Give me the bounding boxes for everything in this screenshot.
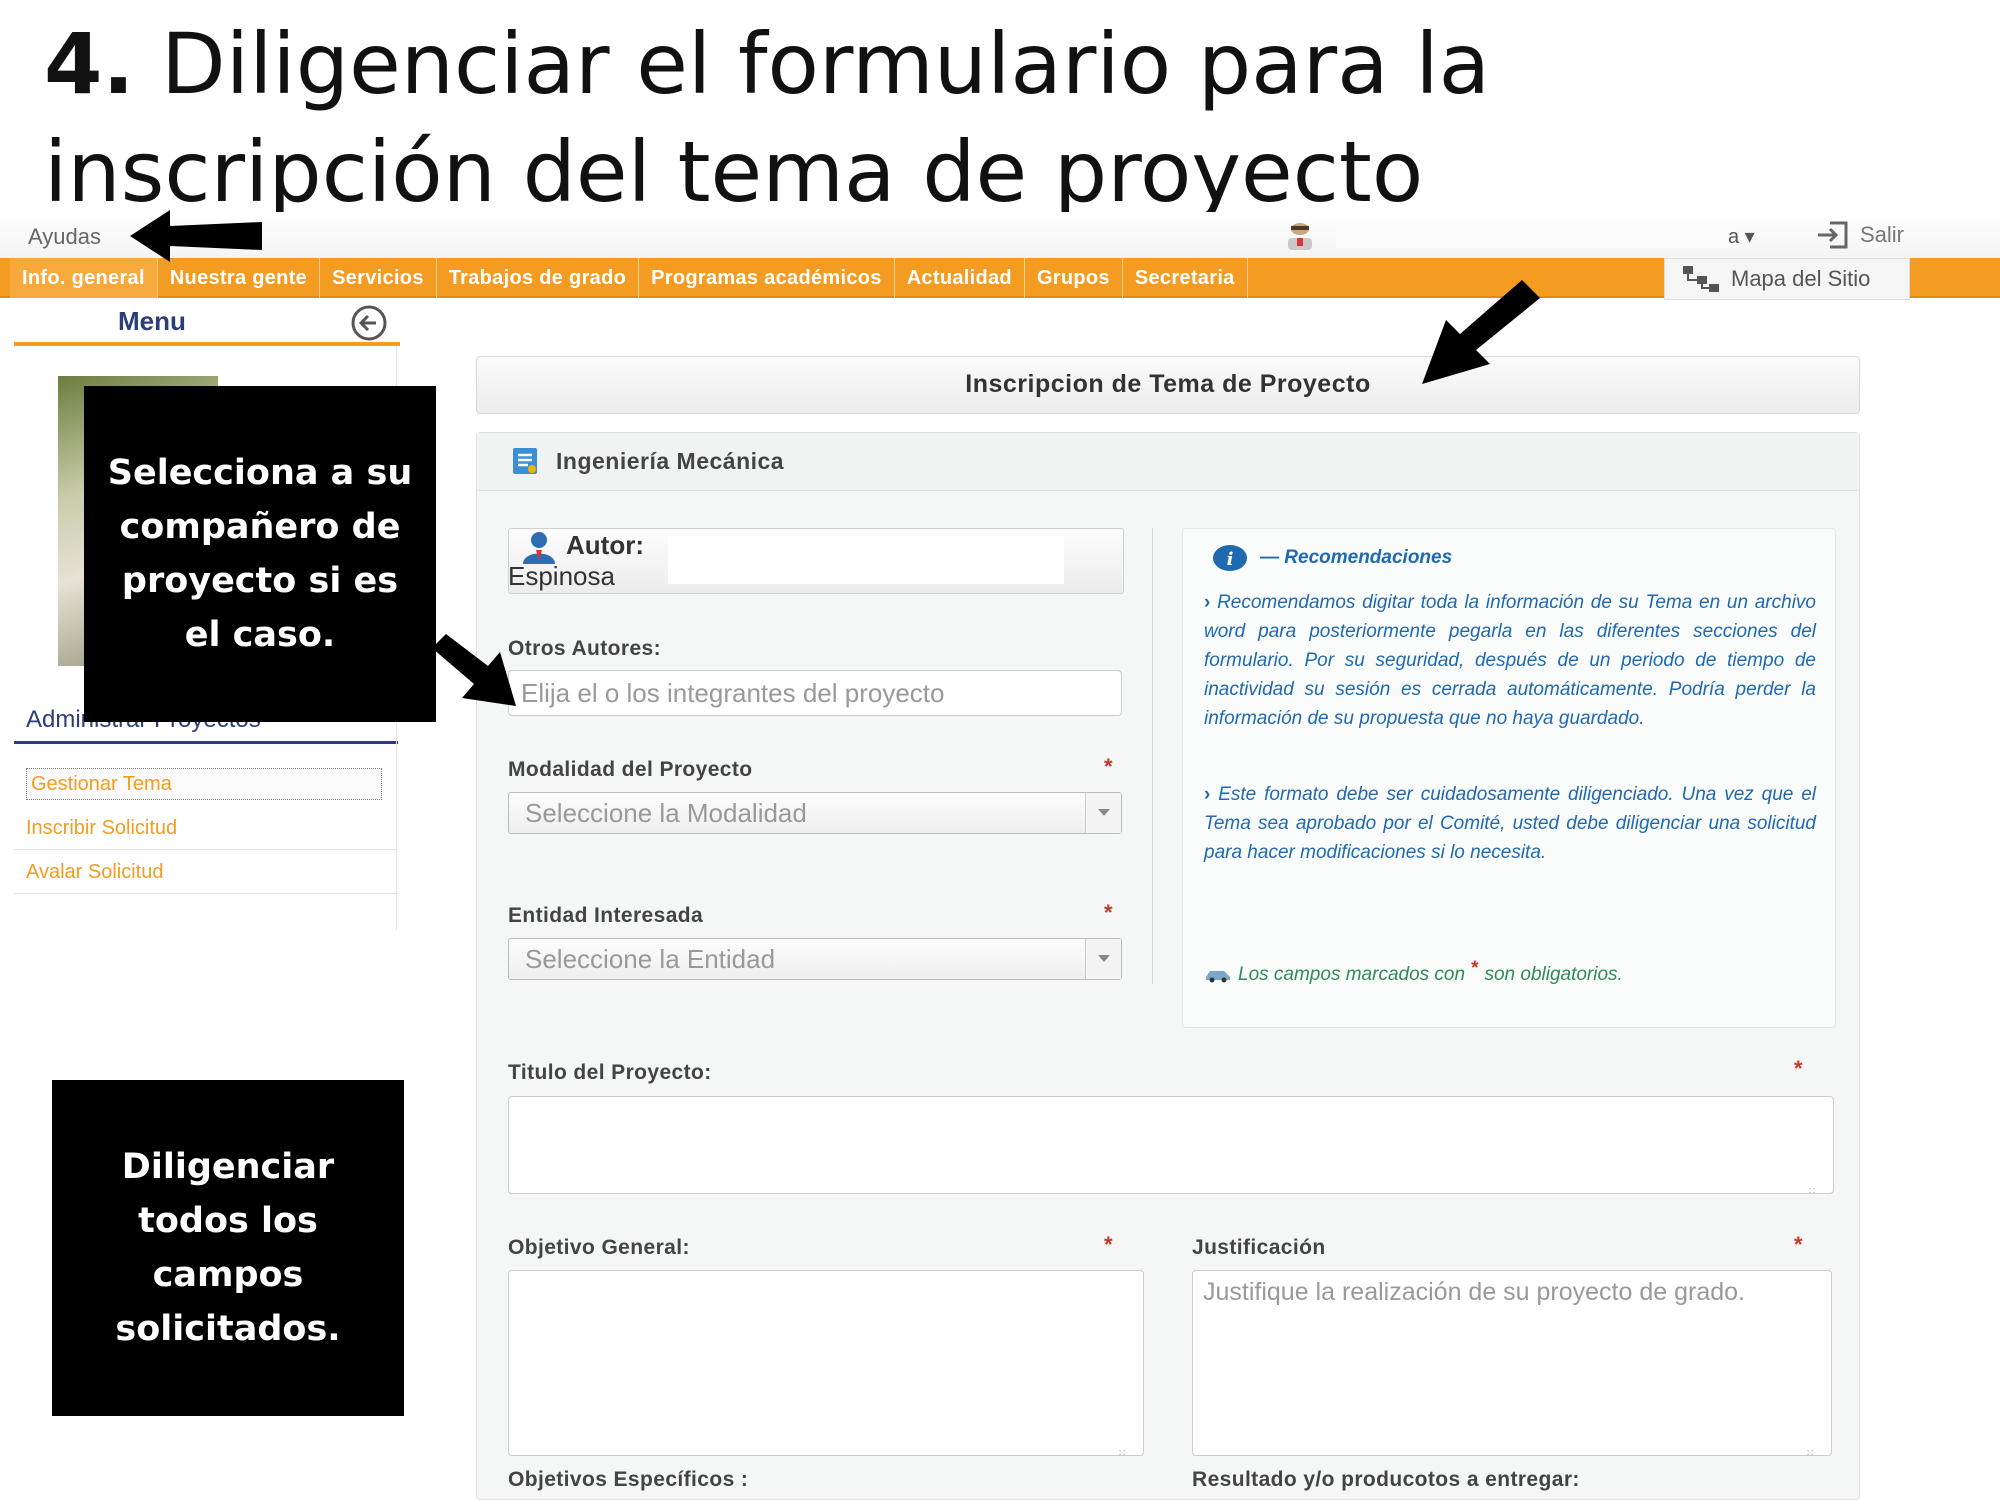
form-title: Inscripcion de Tema de Proyecto bbox=[965, 370, 1371, 398]
general-objective-textarea[interactable]: ∷ bbox=[508, 1270, 1144, 1459]
required-note-before: Los campos marcados con bbox=[1238, 964, 1466, 985]
document-icon bbox=[510, 446, 540, 476]
general-objective-label: Objetivo General: bbox=[508, 1236, 690, 1259]
author-label: Autor: bbox=[566, 530, 644, 560]
nav-item-programas-academicos[interactable]: Programas académicos bbox=[639, 258, 895, 298]
sidebar-item-inscribir-solicitud[interactable]: Inscribir Solicitud bbox=[14, 806, 398, 850]
sidebar-item-avalar-solicitud[interactable]: Avalar Solicitud bbox=[14, 850, 398, 894]
car-icon bbox=[1206, 971, 1230, 983]
sidebar-list: Gestionar Tema Inscribir Solicitud Avala… bbox=[14, 764, 398, 894]
arrow-to-help-icon bbox=[130, 210, 262, 262]
nav-item-servicios[interactable]: Servicios bbox=[320, 258, 437, 298]
recommendation-1-text: Recomendamos digitar toda la información… bbox=[1204, 592, 1816, 729]
specific-objectives-label: Objetivos Específicos : bbox=[508, 1468, 749, 1491]
other-authors-label: Otros Autores: bbox=[508, 637, 661, 660]
nav-item-secretaria[interactable]: Secretaria bbox=[1123, 258, 1248, 298]
info-icon: i bbox=[1213, 545, 1247, 571]
logout-label: Salir bbox=[1860, 222, 1905, 247]
project-title-textarea[interactable]: ∷ bbox=[508, 1096, 1834, 1197]
recommendation-1: › Recomendamos digitar toda la informaci… bbox=[1204, 588, 1816, 733]
required-note-after: son obligatorios. bbox=[1484, 964, 1623, 985]
help-link[interactable]: Ayudas bbox=[28, 224, 101, 250]
user-avatar-icon[interactable] bbox=[1280, 220, 1330, 252]
justification-textarea[interactable]: Justifique la realización de su proyecto… bbox=[1192, 1270, 1832, 1459]
callout-fill-fields: Diligenciar todos los campos solicitados… bbox=[52, 1080, 404, 1416]
required-mark: * bbox=[1794, 1056, 1803, 1081]
nav-item-trabajos-de-grado[interactable]: Trabajos de grado bbox=[437, 258, 640, 298]
chevron-down-icon bbox=[1085, 793, 1121, 833]
author-name: Espinosa bbox=[508, 561, 615, 591]
required-mark: * bbox=[1104, 754, 1113, 779]
arrow-to-other-authors-icon bbox=[432, 634, 516, 706]
recommendations-title-text: — Recomendaciones bbox=[1260, 547, 1453, 568]
recommendations-title: i — Recomendaciones bbox=[1212, 544, 1452, 572]
required-mark: * bbox=[1794, 1232, 1803, 1257]
logout-button[interactable]: Salir bbox=[1816, 218, 1904, 252]
resize-grip-icon[interactable]: ∷ bbox=[1809, 1177, 1829, 1197]
required-note-star: * bbox=[1471, 958, 1479, 979]
callout-select-partner: Selecciona a su compañero de proyecto si… bbox=[84, 386, 436, 722]
entity-label: Entidad Interesada bbox=[508, 904, 704, 927]
logout-icon bbox=[1818, 221, 1848, 249]
recommendation-2: › Este formato debe ser cuidadosamente d… bbox=[1204, 780, 1816, 867]
results-label: Resultado y/o producotos a entregar: bbox=[1192, 1468, 1580, 1491]
slide-title-text: Diligenciar el formulario para la inscri… bbox=[44, 15, 1491, 221]
other-authors-input[interactable]: Elija el o los integrantes del proyecto bbox=[508, 670, 1122, 716]
collapse-menu-icon[interactable] bbox=[350, 304, 388, 342]
step-number: 4. bbox=[44, 15, 135, 113]
required-mark: * bbox=[1104, 1232, 1113, 1257]
modality-select-value: Seleccione la Modalidad bbox=[525, 798, 807, 828]
sitemap-label: Mapa del Sitio bbox=[1731, 266, 1871, 291]
user-name-field bbox=[1336, 224, 1736, 248]
entity-select[interactable]: Seleccione la Entidad bbox=[508, 938, 1122, 980]
sidebar-title: Menu bbox=[118, 306, 186, 336]
resize-grip-icon[interactable]: ∷ bbox=[1807, 1439, 1827, 1459]
nav-item-grupos[interactable]: Grupos bbox=[1025, 258, 1123, 298]
user-icon bbox=[520, 530, 558, 564]
user-menu-dropdown[interactable]: a ▾ bbox=[1728, 224, 1755, 249]
entity-select-value: Seleccione la Entidad bbox=[525, 944, 776, 974]
required-mark: * bbox=[1104, 900, 1113, 925]
justification-label: Justificación bbox=[1192, 1236, 1326, 1259]
modality-label: Modalidad del Proyecto bbox=[508, 758, 753, 781]
chevron-right-icon: › bbox=[1204, 784, 1219, 805]
sitemap-button[interactable]: Mapa del Sitio bbox=[1664, 258, 1910, 300]
program-name: Ingeniería Mecánica bbox=[556, 448, 785, 474]
sitemap-icon bbox=[1683, 266, 1719, 292]
column-divider bbox=[1152, 528, 1153, 984]
chevron-down-icon bbox=[1085, 939, 1121, 979]
modality-select[interactable]: Seleccione la Modalidad bbox=[508, 792, 1122, 834]
svg-text:i: i bbox=[1227, 549, 1234, 570]
required-fields-note: Los campos marcados con * son obligatori… bbox=[1204, 958, 1623, 986]
justification-placeholder: Justifique la realización de su proyecto… bbox=[1203, 1278, 1745, 1306]
resize-grip-icon[interactable]: ∷ bbox=[1119, 1439, 1139, 1459]
author-name-redacted bbox=[668, 536, 1064, 584]
project-title-label: Titulo del Proyecto: bbox=[508, 1061, 712, 1084]
sidebar-item-gestionar-tema[interactable]: Gestionar Tema bbox=[26, 768, 382, 800]
nav-item-actualidad[interactable]: Actualidad bbox=[895, 258, 1025, 298]
chevron-right-icon: › bbox=[1204, 592, 1218, 613]
slide-title: 4. Diligenciar el formulario para la ins… bbox=[44, 10, 1944, 226]
recommendation-2-text: Este formato debe ser cuidadosamente dil… bbox=[1204, 784, 1816, 863]
sidebar-header bbox=[14, 300, 400, 346]
arrow-to-form-title-icon bbox=[1422, 280, 1540, 384]
